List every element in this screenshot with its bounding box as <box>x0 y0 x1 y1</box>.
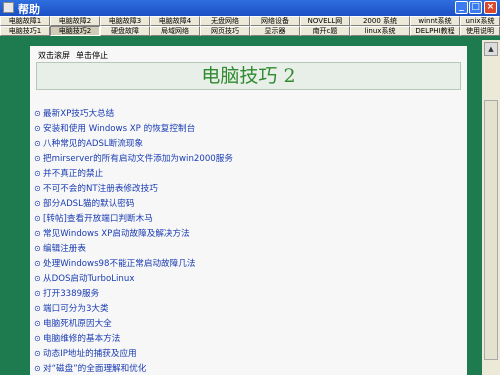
menu-item[interactable]: unix系统 <box>460 16 500 26</box>
close-button[interactable]: × <box>484 1 497 14</box>
circle-dot-icon: ⊙ <box>34 109 41 118</box>
circle-dot-icon: ⊙ <box>34 349 41 358</box>
page-title: 电脑技巧 2 <box>36 62 461 90</box>
circle-dot-icon: ⊙ <box>34 124 41 133</box>
menu-row-1: 电脑故障1 电脑故障2 电脑故障3 电脑故障4 无盘网络 网络设备 NOVELL网 2000 … <box>0 16 500 26</box>
list-item[interactable]: ⊙ 端口可分为3大类 <box>34 301 233 316</box>
article-link[interactable]: 端口可分为3大类 <box>43 304 109 314</box>
circle-dot-icon: ⊙ <box>34 139 41 148</box>
list-item[interactable]: ⊙ 常见Windows XP启动故障及解决方法 <box>34 226 233 241</box>
circle-dot-icon: ⊙ <box>34 289 41 298</box>
scroll-thumb[interactable] <box>484 100 498 360</box>
scrollbar[interactable]: ▲ <box>482 40 500 375</box>
menu-row-2: 电脑技巧1 电脑技巧2 硬盘故障 局域网络 网页技巧 显示器 南开c题 linux系统 DELP… <box>0 26 500 36</box>
menu-item[interactable]: 电脑技巧2 <box>50 26 100 36</box>
menu-item[interactable]: 电脑故障1 <box>0 16 50 26</box>
circle-dot-icon: ⊙ <box>34 184 41 193</box>
article-link[interactable]: 对“磁盘”的全面理解和优化 <box>43 364 146 374</box>
article-link[interactable]: [转帖]查看开放端口判断木马 <box>43 214 153 224</box>
menu-item[interactable]: 电脑技巧1 <box>0 26 50 36</box>
circle-dot-icon: ⊙ <box>34 319 41 328</box>
article-link[interactable]: 电脑维修的基本方法 <box>43 334 120 344</box>
article-link[interactable]: 八种常见的ADSL断流现象 <box>43 139 143 149</box>
window-title: 帮助 <box>18 3 40 16</box>
circle-dot-icon: ⊙ <box>34 244 41 253</box>
circle-dot-icon: ⊙ <box>34 199 41 208</box>
menu-item[interactable]: 显示器 <box>250 26 300 36</box>
list-item[interactable]: ⊙ 不可不会的NT注册表修改技巧 <box>34 181 233 196</box>
menu-item[interactable]: 南开c题 <box>300 26 350 36</box>
list-item[interactable]: ⊙ 对“磁盘”的全面理解和优化 <box>34 361 233 375</box>
menu-item[interactable]: 电脑故障4 <box>150 16 200 26</box>
list-item[interactable]: ⊙ 电脑死机原因大全 <box>34 316 233 331</box>
content-pane: 双击滚屏 单击停止 电脑技巧 2 ⊙ 最新XP技巧大总结 ⊙ 安装和使用 Window… <box>30 46 467 375</box>
list-item[interactable]: ⊙ 打开3389服务 <box>34 286 233 301</box>
menu-item[interactable]: 使用说明 <box>460 26 500 36</box>
article-link[interactable]: 打开3389服务 <box>43 289 99 299</box>
list-item[interactable]: ⊙ 八种常见的ADSL断流现象 <box>34 136 233 151</box>
circle-dot-icon: ⊙ <box>34 154 41 163</box>
circle-dot-icon: ⊙ <box>34 229 41 238</box>
menu-item[interactable]: 2000 系统 <box>350 16 410 26</box>
list-item[interactable]: ⊙ 并不真正的禁止 <box>34 166 233 181</box>
article-link[interactable]: 把mirserver的所有启动文件添加为win2000服务 <box>43 154 233 164</box>
article-link[interactable]: 从DOS启动TurboLinux <box>43 274 134 284</box>
scroll-control[interactable]: 双击滚屏 <box>38 50 70 61</box>
app-icon <box>3 2 14 13</box>
article-link[interactable]: 处理Windows98不能正常启动故障几法 <box>43 259 195 269</box>
menu-item[interactable]: NOVELL网 <box>300 16 350 26</box>
list-item[interactable]: ⊙ 编辑注册表 <box>34 241 233 256</box>
article-link[interactable]: 常见Windows XP启动故障及解决方法 <box>43 229 190 239</box>
list-item[interactable]: ⊙ 把mirserver的所有启动文件添加为win2000服务 <box>34 151 233 166</box>
article-link[interactable]: 动态IP地址的捕获及应用 <box>43 349 137 359</box>
circle-dot-icon: ⊙ <box>34 214 41 223</box>
stop-control[interactable]: 单击停止 <box>76 50 108 61</box>
circle-dot-icon: ⊙ <box>34 304 41 313</box>
list-item[interactable]: ⊙ 处理Windows98不能正常启动故障几法 <box>34 256 233 271</box>
menu-item[interactable]: 电脑故障2 <box>50 16 100 26</box>
circle-dot-icon: ⊙ <box>34 334 41 343</box>
circle-dot-icon: ⊙ <box>34 169 41 178</box>
scroll-up-icon[interactable]: ▲ <box>484 42 498 56</box>
menu-item[interactable]: 硬盘故障 <box>100 26 150 36</box>
menu-item[interactable]: 电脑故障3 <box>100 16 150 26</box>
menu-item[interactable]: 网络设备 <box>250 16 300 26</box>
article-link[interactable]: 部分ADSL猫的默认密码 <box>43 199 135 209</box>
article-link[interactable]: 电脑死机原因大全 <box>43 319 112 329</box>
circle-dot-icon: ⊙ <box>34 274 41 283</box>
list-item[interactable]: ⊙ 安装和使用 Windows XP 的恢复控制台 <box>34 121 233 136</box>
minimize-button[interactable]: _ <box>455 1 468 14</box>
menu-item[interactable]: DELPHI教程 <box>410 26 460 36</box>
circle-dot-icon: ⊙ <box>34 259 41 268</box>
article-link[interactable]: 编辑注册表 <box>43 244 86 254</box>
list-item[interactable]: ⊙ 部分ADSL猫的默认密码 <box>34 196 233 211</box>
menu-item[interactable]: winnt系统 <box>410 16 460 26</box>
list-item[interactable]: ⊙ 电脑维修的基本方法 <box>34 331 233 346</box>
article-link[interactable]: 并不真正的禁止 <box>43 169 103 179</box>
list-item[interactable]: ⊙ 从DOS启动TurboLinux <box>34 271 233 286</box>
circle-dot-icon: ⊙ <box>34 364 41 373</box>
title-bar: 帮助 _ □ × <box>0 0 500 16</box>
article-link[interactable]: 最新XP技巧大总结 <box>43 109 114 119</box>
list-item[interactable]: ⊙ 最新XP技巧大总结 <box>34 106 233 121</box>
menu-item[interactable]: 无盘网络 <box>200 16 250 26</box>
article-list: ⊙ 最新XP技巧大总结 ⊙ 安装和使用 Windows XP 的恢复控制台 ⊙ 八种常见的… <box>34 106 233 375</box>
menu-item[interactable]: 网页技巧 <box>200 26 250 36</box>
maximize-button[interactable]: □ <box>469 1 482 14</box>
menu-item[interactable]: 局域网络 <box>150 26 200 36</box>
article-link[interactable]: 不可不会的NT注册表修改技巧 <box>43 184 158 194</box>
article-link[interactable]: 安装和使用 Windows XP 的恢复控制台 <box>43 124 195 134</box>
list-item[interactable]: ⊙ 动态IP地址的捕获及应用 <box>34 346 233 361</box>
list-item[interactable]: ⊙ [转帖]查看开放端口判断木马 <box>34 211 233 226</box>
menu-item[interactable]: linux系统 <box>350 26 410 36</box>
